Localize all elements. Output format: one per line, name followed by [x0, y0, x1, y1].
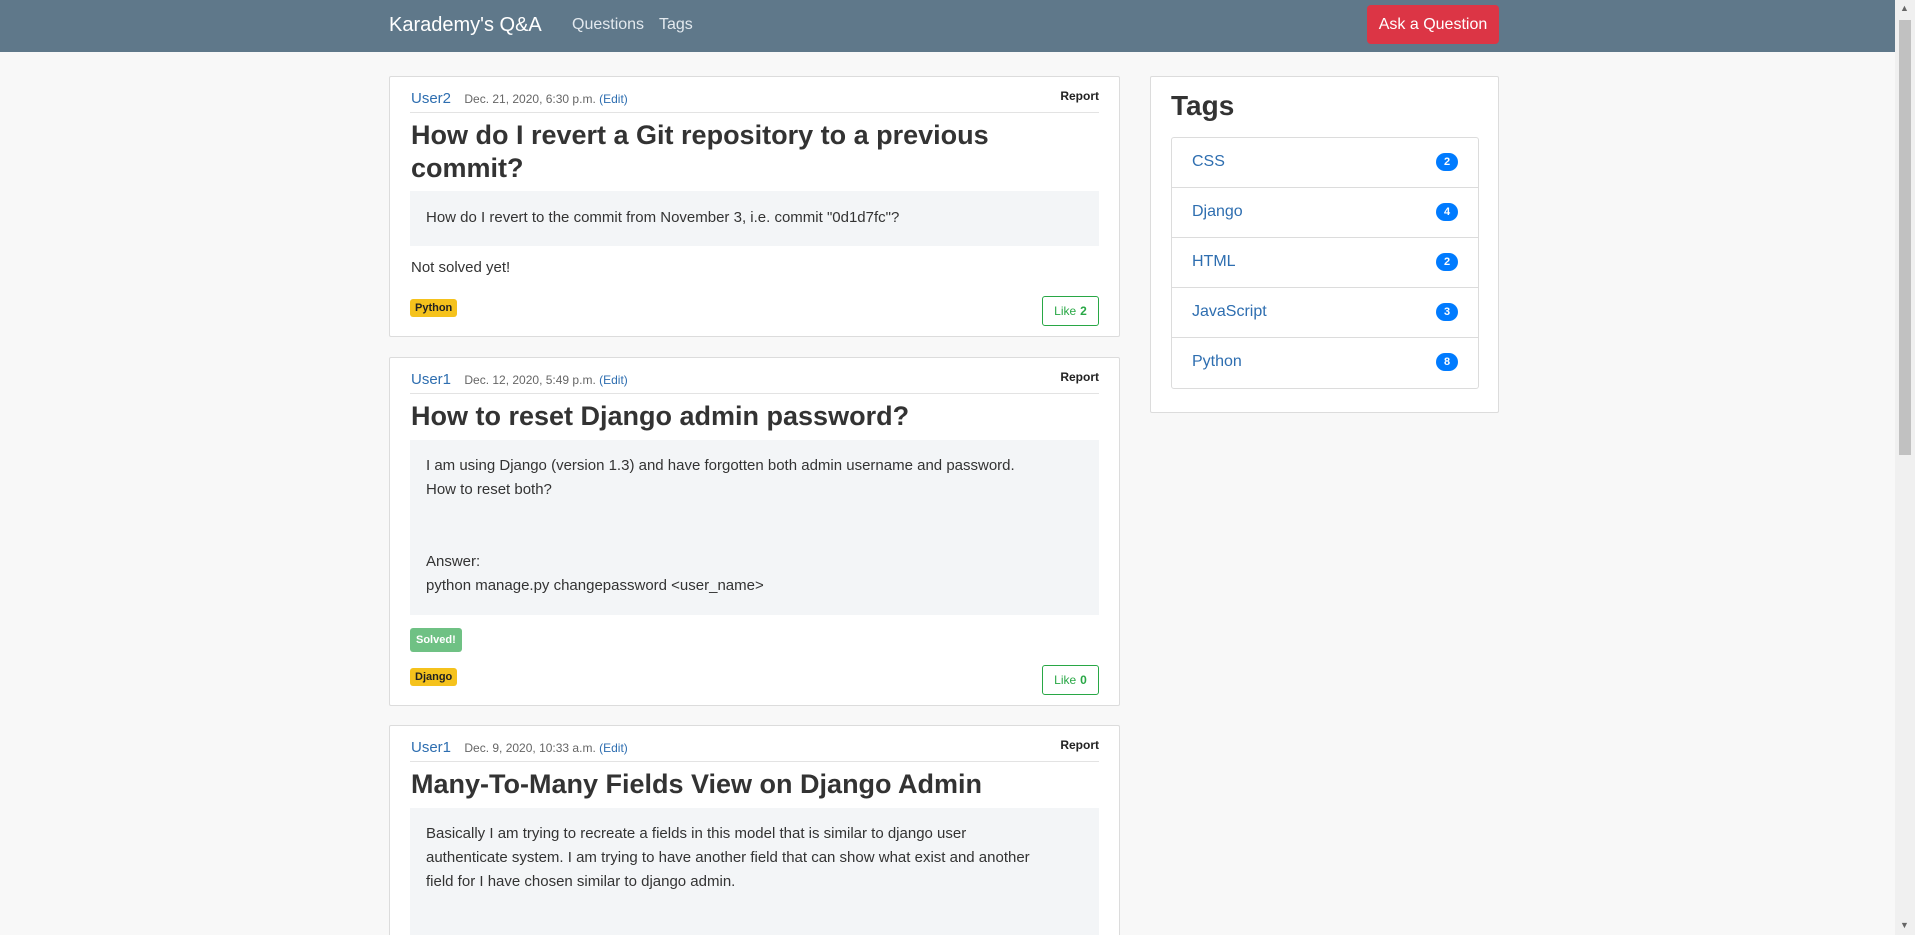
like-label: Like — [1054, 673, 1077, 687]
like-button[interactable]: Like 0 — [1042, 665, 1099, 695]
like-label: Like — [1054, 304, 1077, 318]
edit-link[interactable]: (Edit) — [599, 373, 628, 387]
question-author-link[interactable]: User1 — [411, 371, 451, 388]
brand-link[interactable]: Karademy's Q&A — [389, 14, 542, 37]
question-date: Dec. 12, 2020, 5:49 p.m. — [464, 373, 596, 387]
tag-name[interactable]: CSS — [1192, 153, 1225, 171]
report-button[interactable]: Report — [1060, 370, 1099, 384]
tag-name[interactable]: JavaScript — [1192, 303, 1267, 321]
tag-list-item[interactable]: Django 4 — [1172, 188, 1478, 238]
tag-count-badge: 3 — [1436, 303, 1458, 321]
tag-count-badge: 4 — [1436, 203, 1458, 221]
nav-tags-link[interactable]: Tags — [659, 16, 693, 34]
question-body: Basically I am trying to recreate a fiel… — [410, 808, 1099, 935]
question-card: User2 Dec. 21, 2020, 6:30 p.m. (Edit) Re… — [389, 76, 1120, 337]
question-body: How do I revert to the commit from Novem… — [410, 191, 1099, 246]
tag-badge[interactable]: Django — [410, 668, 458, 686]
question-date: Dec. 21, 2020, 6:30 p.m. — [464, 92, 596, 106]
tag-list: CSS 2 Django 4 HTML 2 JavaScript 3 Pytho… — [1171, 137, 1479, 389]
report-button[interactable]: Report — [1060, 89, 1099, 103]
question-body-text: Basically I am trying to recreate a fiel… — [426, 825, 1030, 890]
tag-badge[interactable]: Python — [410, 299, 458, 317]
like-button[interactable]: Like 2 — [1042, 296, 1099, 326]
tag-name[interactable]: Django — [1192, 203, 1243, 221]
question-body-text: How do I revert to the commit from Novem… — [426, 209, 900, 226]
solved-badge: Solved! — [410, 628, 462, 652]
page-scrollbar[interactable]: ▲ ▼ — [1895, 0, 1915, 935]
tags-panel: Tags CSS 2 Django 4 HTML 2 JavaScript 3 … — [1150, 76, 1499, 413]
question-card: User1 Dec. 9, 2020, 10:33 a.m. (Edit) Re… — [389, 725, 1120, 935]
question-title[interactable]: How do I revert a Git repository to a pr… — [411, 119, 1091, 185]
question-meta: User2 Dec. 21, 2020, 6:30 p.m. (Edit) — [411, 90, 628, 107]
tag-count-badge: 2 — [1436, 253, 1458, 271]
status-text: Not solved yet! — [411, 259, 511, 276]
edit-link[interactable]: (Edit) — [599, 92, 628, 106]
tag-list-item[interactable]: Python 8 — [1172, 338, 1478, 388]
like-count: 2 — [1080, 304, 1087, 318]
question-date: Dec. 9, 2020, 10:33 a.m. — [464, 741, 596, 755]
tag-count-badge: 8 — [1436, 353, 1458, 371]
tag-count-badge: 2 — [1436, 153, 1458, 171]
question-title[interactable]: How to reset Django admin password? — [411, 400, 1091, 433]
tag-list-item[interactable]: HTML 2 — [1172, 238, 1478, 288]
tag-name[interactable]: HTML — [1192, 253, 1236, 271]
like-count: 0 — [1080, 673, 1087, 687]
scroll-thumb[interactable] — [1899, 20, 1911, 455]
question-author-link[interactable]: User1 — [411, 739, 451, 756]
question-meta: User1 Dec. 9, 2020, 10:33 a.m. (Edit) — [411, 739, 628, 756]
question-card: User1 Dec. 12, 2020, 5:49 p.m. (Edit) Re… — [389, 357, 1120, 706]
nav-questions-link[interactable]: Questions — [572, 16, 644, 34]
scroll-up-icon[interactable]: ▲ — [1900, 3, 1909, 13]
scroll-down-icon[interactable]: ▼ — [1900, 920, 1909, 930]
tag-list-item[interactable]: JavaScript 3 — [1172, 288, 1478, 338]
report-button[interactable]: Report — [1060, 738, 1099, 752]
navbar: Karademy's Q&A Questions Tags Ask a Ques… — [0, 0, 1895, 52]
question-body-text: I am using Django (version 1.3) and have… — [426, 457, 1015, 594]
question-title[interactable]: Many-To-Many Fields View on Django Admin — [411, 768, 1091, 801]
question-meta: User1 Dec. 12, 2020, 5:49 p.m. (Edit) — [411, 371, 628, 388]
tag-name[interactable]: Python — [1192, 353, 1242, 371]
question-body: I am using Django (version 1.3) and have… — [410, 440, 1099, 615]
tags-title: Tags — [1171, 90, 1235, 121]
divider — [410, 761, 1099, 762]
question-author-link[interactable]: User2 — [411, 90, 451, 107]
tag-list-item[interactable]: CSS 2 — [1172, 138, 1478, 188]
divider — [410, 112, 1099, 113]
ask-question-button[interactable]: Ask a Question — [1367, 5, 1499, 44]
edit-link[interactable]: (Edit) — [599, 741, 628, 755]
divider — [410, 393, 1099, 394]
